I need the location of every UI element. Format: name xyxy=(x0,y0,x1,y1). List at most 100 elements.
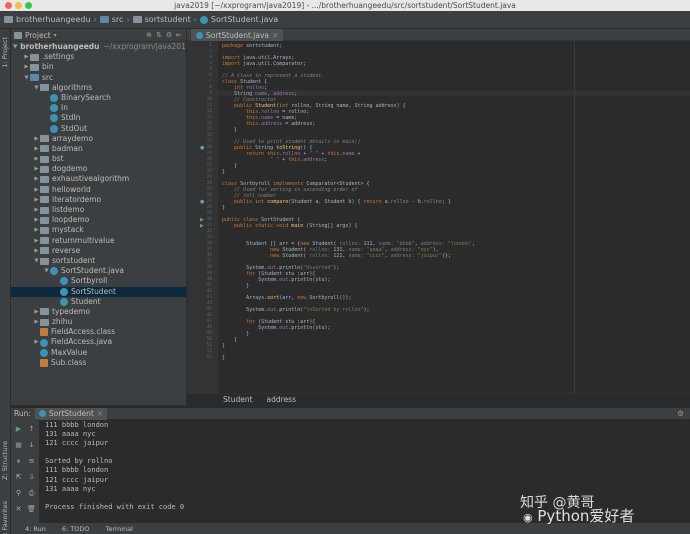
rerun-icon[interactable]: ▶ xyxy=(14,425,23,433)
code-editor[interactable]: package sortstudent; import java.util.Arr… xyxy=(218,41,690,393)
tree-item[interactable]: ▶ badman xyxy=(11,144,186,154)
tree-item[interactable]: StdIn xyxy=(11,113,186,123)
breadcrumb-field[interactable]: address xyxy=(267,395,296,404)
tree-item[interactable]: ▶ .settings xyxy=(11,52,186,62)
expand-closed-icon[interactable]: ▶ xyxy=(23,52,30,62)
structure-tool-tab[interactable]: Z: Structure xyxy=(1,441,9,480)
tree-item[interactable]: Student xyxy=(11,297,186,307)
tree-item[interactable]: ▶ zhihu xyxy=(11,317,186,327)
breadcrumb-class[interactable]: Student xyxy=(223,395,253,404)
expand-closed-icon[interactable]: ▶ xyxy=(23,62,30,72)
trash-icon[interactable]: 🗑 xyxy=(27,505,36,513)
target-icon[interactable]: ⊕ xyxy=(146,31,152,39)
nav-item-package[interactable]: sortstudent xyxy=(132,15,191,24)
tree-item[interactable]: ▼ SortStudent.java xyxy=(11,266,186,276)
nav-item-src[interactable]: src xyxy=(99,15,123,24)
scroll-down-icon[interactable]: ↓ xyxy=(27,441,36,449)
expand-closed-icon[interactable]: ▶ xyxy=(33,134,40,144)
tree-item[interactable]: ▼ algorithms xyxy=(11,83,186,93)
tree-item[interactable]: ▶ arraydemo xyxy=(11,134,186,144)
tree-item[interactable]: In xyxy=(11,103,186,113)
scroll-end-icon[interactable]: ⇩ xyxy=(27,473,36,481)
expand-open-icon[interactable]: ▼ xyxy=(23,73,30,83)
line-number: 7 xyxy=(209,79,212,84)
scroll-up-icon[interactable]: ↑ xyxy=(27,425,36,433)
expand-closed-icon[interactable]: ▶ xyxy=(33,154,40,164)
tree-item[interactable]: ▼ sortstudent xyxy=(11,256,186,266)
expand-closed-icon[interactable]: ▶ xyxy=(33,337,40,347)
tree-item[interactable]: ▶ bin xyxy=(11,62,186,72)
nav-item-file[interactable]: SortStudent.java xyxy=(199,15,278,24)
expand-closed-icon[interactable]: ▶ xyxy=(33,144,40,154)
close-window-button[interactable] xyxy=(5,2,12,9)
pause-icon[interactable]: ⏸ xyxy=(14,457,23,465)
expand-closed-icon[interactable]: ▶ xyxy=(33,317,40,327)
override-gutter-icon[interactable]: ● xyxy=(200,145,204,151)
print-icon[interactable]: ⎙ xyxy=(27,489,36,497)
collapse-all-icon[interactable]: ⇅ xyxy=(156,31,162,39)
terminal-tool-tab[interactable]: Terminal xyxy=(105,525,132,533)
tree-item[interactable]: BinarySearch xyxy=(11,93,186,103)
code-line: } xyxy=(222,283,249,289)
project-view-selector[interactable]: Project xyxy=(25,31,51,40)
restore-layout-icon[interactable]: ⇱ xyxy=(14,473,23,481)
gear-icon[interactable]: ⚙ xyxy=(677,409,690,418)
code-token: package xyxy=(222,43,247,49)
tree-item[interactable]: ▼ brotherhuangeedu ~/xxprogram/java2019 xyxy=(11,42,186,52)
tree-item[interactable]: ▶ bst xyxy=(11,154,186,164)
tree-item[interactable]: ▶ FieldAccess.java xyxy=(11,337,186,347)
tree-item[interactable]: Sub.class xyxy=(11,358,186,368)
override-gutter-icon[interactable]: ● xyxy=(200,199,204,205)
expand-closed-icon[interactable]: ▶ xyxy=(33,246,40,256)
expand-closed-icon[interactable]: ▶ xyxy=(33,236,40,246)
tree-item[interactable]: ▶ iteratordemo xyxy=(11,195,186,205)
tree-item[interactable]: MaxValue xyxy=(11,348,186,358)
expand-closed-icon[interactable]: ▶ xyxy=(33,195,40,205)
tab-sortstudent-java[interactable]: SortStudent.java × xyxy=(191,29,284,41)
tree-item[interactable]: ▶ loopdemo xyxy=(11,215,186,225)
close-tab-icon[interactable]: × xyxy=(97,409,103,418)
chevron-down-icon[interactable]: ▾ xyxy=(54,32,57,39)
tree-item[interactable]: ▶ returnmultivalue xyxy=(11,236,186,246)
pin-icon[interactable]: ⚲ xyxy=(14,489,23,497)
close-tab-icon[interactable]: × xyxy=(272,31,278,40)
run-gutter-icon[interactable]: ▶ xyxy=(200,223,204,229)
tree-item[interactable]: ▶ helloworld xyxy=(11,185,186,195)
expand-closed-icon[interactable]: ▶ xyxy=(33,225,40,235)
run-tab-sortstudent[interactable]: SortStudent × xyxy=(34,407,108,420)
nav-item-project[interactable]: brotherhuangeedu xyxy=(4,15,91,24)
soft-wrap-icon[interactable]: ≡ xyxy=(27,457,36,465)
tree-item[interactable]: FieldAccess.class xyxy=(11,327,186,337)
expand-closed-icon[interactable]: ▶ xyxy=(33,205,40,215)
gear-icon[interactable]: ⚙ xyxy=(166,31,172,39)
tree-item[interactable]: ▶ typedemo xyxy=(11,307,186,317)
hide-icon[interactable]: ⇤ xyxy=(176,31,182,39)
minimize-window-button[interactable] xyxy=(15,2,22,9)
tree-item[interactable]: ▶ dogdemo xyxy=(11,164,186,174)
expand-closed-icon[interactable]: ▶ xyxy=(33,185,40,195)
tree-item[interactable]: Sortbyroll xyxy=(11,276,186,286)
expand-closed-icon[interactable]: ▶ xyxy=(33,307,40,317)
expand-open-icon[interactable]: ▼ xyxy=(43,266,50,276)
close-panel-icon[interactable]: ✕ xyxy=(14,505,23,513)
tree-item[interactable]: ▶ exhaustivealgorithm xyxy=(11,174,186,184)
expand-closed-icon[interactable]: ▶ xyxy=(33,164,40,174)
expand-closed-icon[interactable]: ▶ xyxy=(33,215,40,225)
tree-item[interactable]: ▶ mystack xyxy=(11,225,186,235)
run-tool-tab[interactable]: 4: Run xyxy=(25,525,46,533)
tree-item[interactable]: ▼ src xyxy=(11,73,186,83)
tree-item[interactable]: ▶ listdemo xyxy=(11,205,186,215)
zoom-window-button[interactable] xyxy=(25,2,32,9)
tree-item[interactable]: SortStudent xyxy=(11,286,186,297)
tree-item-label: src xyxy=(42,72,53,82)
tree-item[interactable]: StdOut xyxy=(11,124,186,134)
project-tool-tab[interactable]: 1: Project xyxy=(1,37,9,68)
expand-open-icon[interactable]: ▼ xyxy=(33,83,40,93)
todo-tool-tab[interactable]: 6: TODO xyxy=(62,525,90,533)
expand-open-icon[interactable]: ▼ xyxy=(33,256,40,266)
stop-icon[interactable]: ■ xyxy=(14,441,23,449)
expand-open-icon[interactable]: ▼ xyxy=(13,42,17,52)
favorites-tool-tab[interactable]: 2: Favorites xyxy=(1,501,9,534)
tree-item[interactable]: ▶ reverse xyxy=(11,246,186,256)
expand-closed-icon[interactable]: ▶ xyxy=(33,174,40,184)
